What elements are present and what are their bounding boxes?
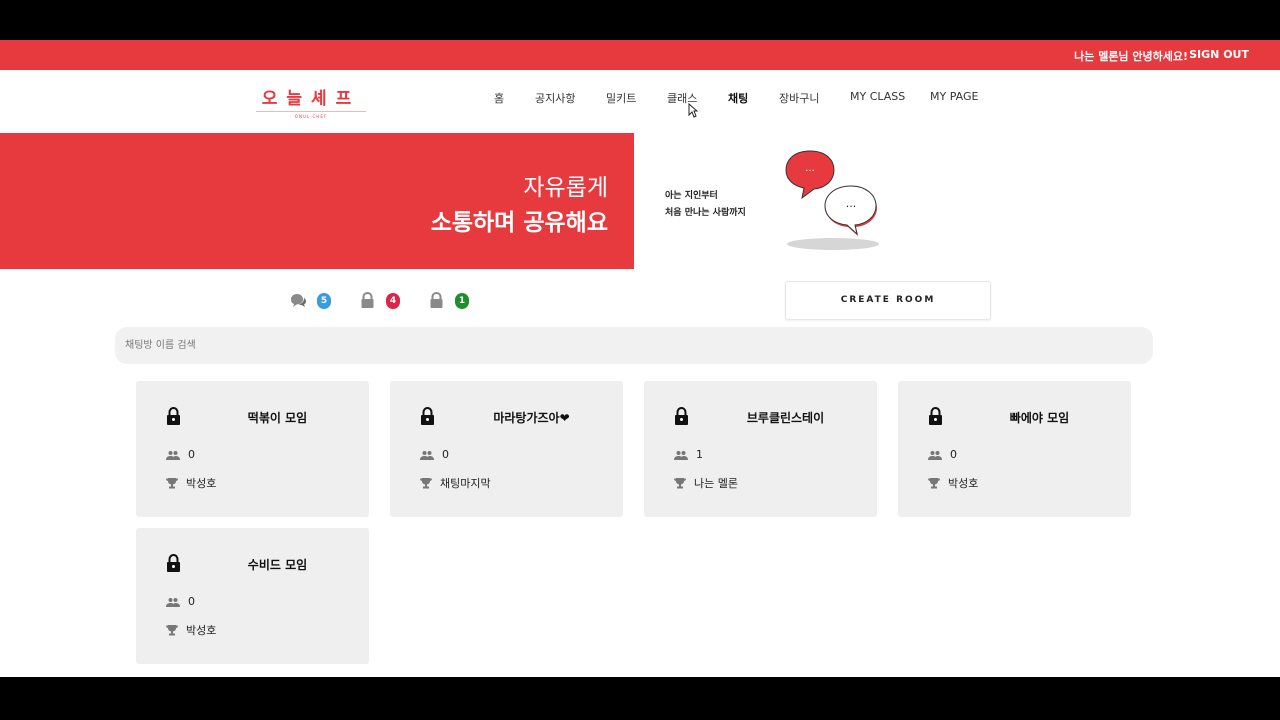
room-name: 빠에야 모임 [1009, 411, 1070, 425]
lock-icon [421, 407, 434, 425]
member-count: 1 [696, 448, 703, 461]
stat-chat-rooms: 5 [290, 291, 335, 309]
hero-banner: 자유롭게 소통하며 공유해요 [0, 133, 634, 269]
svg-text:···: ··· [805, 166, 815, 177]
nav-chat[interactable]: 채팅 [728, 90, 748, 106]
room-owner: 채팅마지막 [420, 475, 491, 491]
stat-badge: 4 [386, 293, 400, 309]
stat-badge: 5 [317, 293, 331, 309]
lock-icon [675, 407, 688, 425]
logo[interactable]: 오늘셰프 ONUL-CHEF [256, 84, 366, 119]
owner-name: 채팅마지막 [440, 477, 491, 490]
trophy-icon [674, 478, 686, 489]
create-room-button[interactable]: CREATE ROOM [785, 281, 991, 320]
hero-sub-1: 아는 지인부터 [665, 191, 718, 201]
people-icon [420, 451, 434, 460]
room-card[interactable]: 떡볶이 모임 0 박성호 [136, 381, 369, 517]
room-card[interactable]: 마라탕가즈아❤ 0 채팅마지막 [390, 381, 623, 517]
room-members: 1 [674, 448, 703, 461]
member-count: 0 [950, 448, 957, 461]
header: 오늘셰프 ONUL-CHEF 홈 공지사항 밀키트 클래스 채팅 장바구니 MY… [0, 70, 1280, 133]
room-card[interactable]: 브루클린스테이 1 나는 멜론 [644, 381, 877, 517]
people-icon [166, 451, 180, 460]
lock-icon [929, 407, 942, 425]
hero-line-2: 소통하며 공유해요 [430, 210, 608, 236]
nav-cart[interactable]: 장바구니 [779, 90, 819, 106]
hero-subtext: 아는 지인부터 처음 만나는 사람까지 [665, 188, 746, 222]
nav-notice[interactable]: 공지사항 [535, 90, 575, 106]
trophy-icon [166, 478, 178, 489]
nav-mealkit[interactable]: 밀키트 [606, 90, 636, 106]
sign-out-link[interactable]: SIGN OUT [1189, 48, 1249, 61]
chat-bubbles-illustration-icon: ··· ··· [785, 150, 879, 250]
stat-badge: 1 [455, 293, 469, 309]
owner-name: 박성호 [186, 624, 217, 637]
room-search-input[interactable] [115, 327, 1153, 364]
logo-subtitle: ONUL-CHEF [256, 111, 366, 119]
owner-name: 나는 멜론 [694, 477, 738, 490]
nav-my-class[interactable]: MY CLASS [850, 90, 905, 103]
trophy-icon [420, 478, 432, 489]
people-icon [928, 451, 942, 460]
room-members: 0 [166, 595, 195, 608]
room-members: 0 [166, 448, 195, 461]
member-count: 0 [188, 448, 195, 461]
owner-name: 박성호 [186, 477, 217, 490]
top-bar: 나는 멜론님 안녕하세요! SIGN OUT [0, 40, 1280, 70]
hero-sub-2: 처음 만나는 사람까지 [665, 208, 746, 218]
trophy-icon [928, 478, 940, 489]
stat-locked-rooms: 1 [428, 291, 473, 309]
room-name: 마라탕가즈아❤ [493, 411, 570, 425]
lock-icon [167, 554, 180, 572]
stat-private-rooms: 4 [359, 291, 404, 309]
room-members: 0 [928, 448, 957, 461]
nav-home[interactable]: 홈 [494, 90, 504, 106]
lock-icon [430, 292, 443, 308]
logo-title: 오늘셰프 [261, 89, 361, 109]
hero-line-1: 자유롭게 [523, 175, 608, 201]
room-owner: 박성호 [166, 622, 216, 638]
trophy-icon [166, 625, 178, 636]
lock-icon [167, 407, 180, 425]
svg-text:···: ··· [846, 200, 857, 213]
room-name: 떡볶이 모임 [247, 411, 308, 425]
room-owner: 나는 멜론 [674, 475, 738, 491]
nav-my-page[interactable]: MY PAGE [930, 90, 978, 103]
people-icon [166, 598, 180, 607]
lock-icon [361, 292, 374, 308]
room-name: 브루클린스테이 [746, 411, 825, 425]
room-owner: 박성호 [166, 475, 216, 491]
greeting-text: 나는 멜론님 안녕하세요! [1074, 50, 1188, 63]
room-owner: 박성호 [928, 475, 978, 491]
room-card[interactable]: 빠에야 모임 0 박성호 [898, 381, 1131, 517]
people-icon [674, 451, 688, 460]
room-card[interactable]: 수비드 모임 0 박성호 [136, 528, 369, 664]
mouse-cursor-icon [688, 103, 698, 118]
owner-name: 박성호 [948, 477, 979, 490]
room-members: 0 [420, 448, 449, 461]
chat-bubbles-icon [291, 294, 306, 307]
room-name: 수비드 모임 [247, 558, 308, 572]
screen: 나는 멜론님 안녕하세요! SIGN OUT 오늘셰프 ONUL-CHEF 홈 … [0, 40, 1280, 677]
member-count: 0 [188, 595, 195, 608]
member-count: 0 [442, 448, 449, 461]
